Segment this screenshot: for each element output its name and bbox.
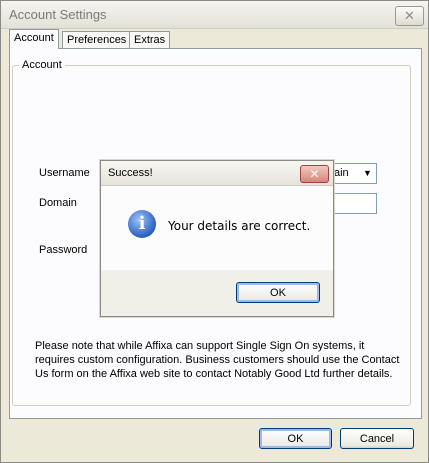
tab-preferences[interactable]: Preferences <box>62 31 132 48</box>
window-title: Account Settings <box>9 7 107 22</box>
account-group-label: Account <box>19 59 65 71</box>
domain-label: Domain <box>39 197 77 209</box>
sso-note: Please note that while Affixa can suppor… <box>35 340 400 380</box>
dialog-message: Your details are correct. <box>168 219 311 233</box>
dialog-close-button[interactable]: ✕ <box>300 165 329 183</box>
dialog-title: Success! <box>108 167 153 179</box>
close-icon: ✕ <box>404 8 415 23</box>
tab-account[interactable]: Account <box>9 29 59 49</box>
dialog-title-bar[interactable]: Success! ✕ <box>101 161 333 186</box>
domain-dropdown[interactable]: ain ▼ <box>331 163 377 184</box>
username-label: Username <box>39 167 90 179</box>
success-dialog: Success! ✕ i Your details are correct. O… <box>100 160 334 317</box>
domain-input[interactable] <box>331 193 377 214</box>
account-settings-window: Account Settings ✕ Account Preferences E… <box>0 0 429 463</box>
chevron-down-icon: ▼ <box>363 168 372 178</box>
close-icon: ✕ <box>309 167 320 181</box>
info-icon: i <box>128 210 156 238</box>
window-close-button[interactable]: ✕ <box>395 6 424 26</box>
dialog-ok-button[interactable]: OK <box>236 282 320 303</box>
ok-button[interactable]: OK <box>259 428 332 449</box>
tab-extras[interactable]: Extras <box>129 31 171 48</box>
domain-dropdown-value: ain <box>334 167 349 179</box>
password-label: Password <box>39 244 88 256</box>
cancel-button[interactable]: Cancel <box>340 428 414 449</box>
title-bar[interactable]: Account Settings ✕ <box>1 1 428 29</box>
